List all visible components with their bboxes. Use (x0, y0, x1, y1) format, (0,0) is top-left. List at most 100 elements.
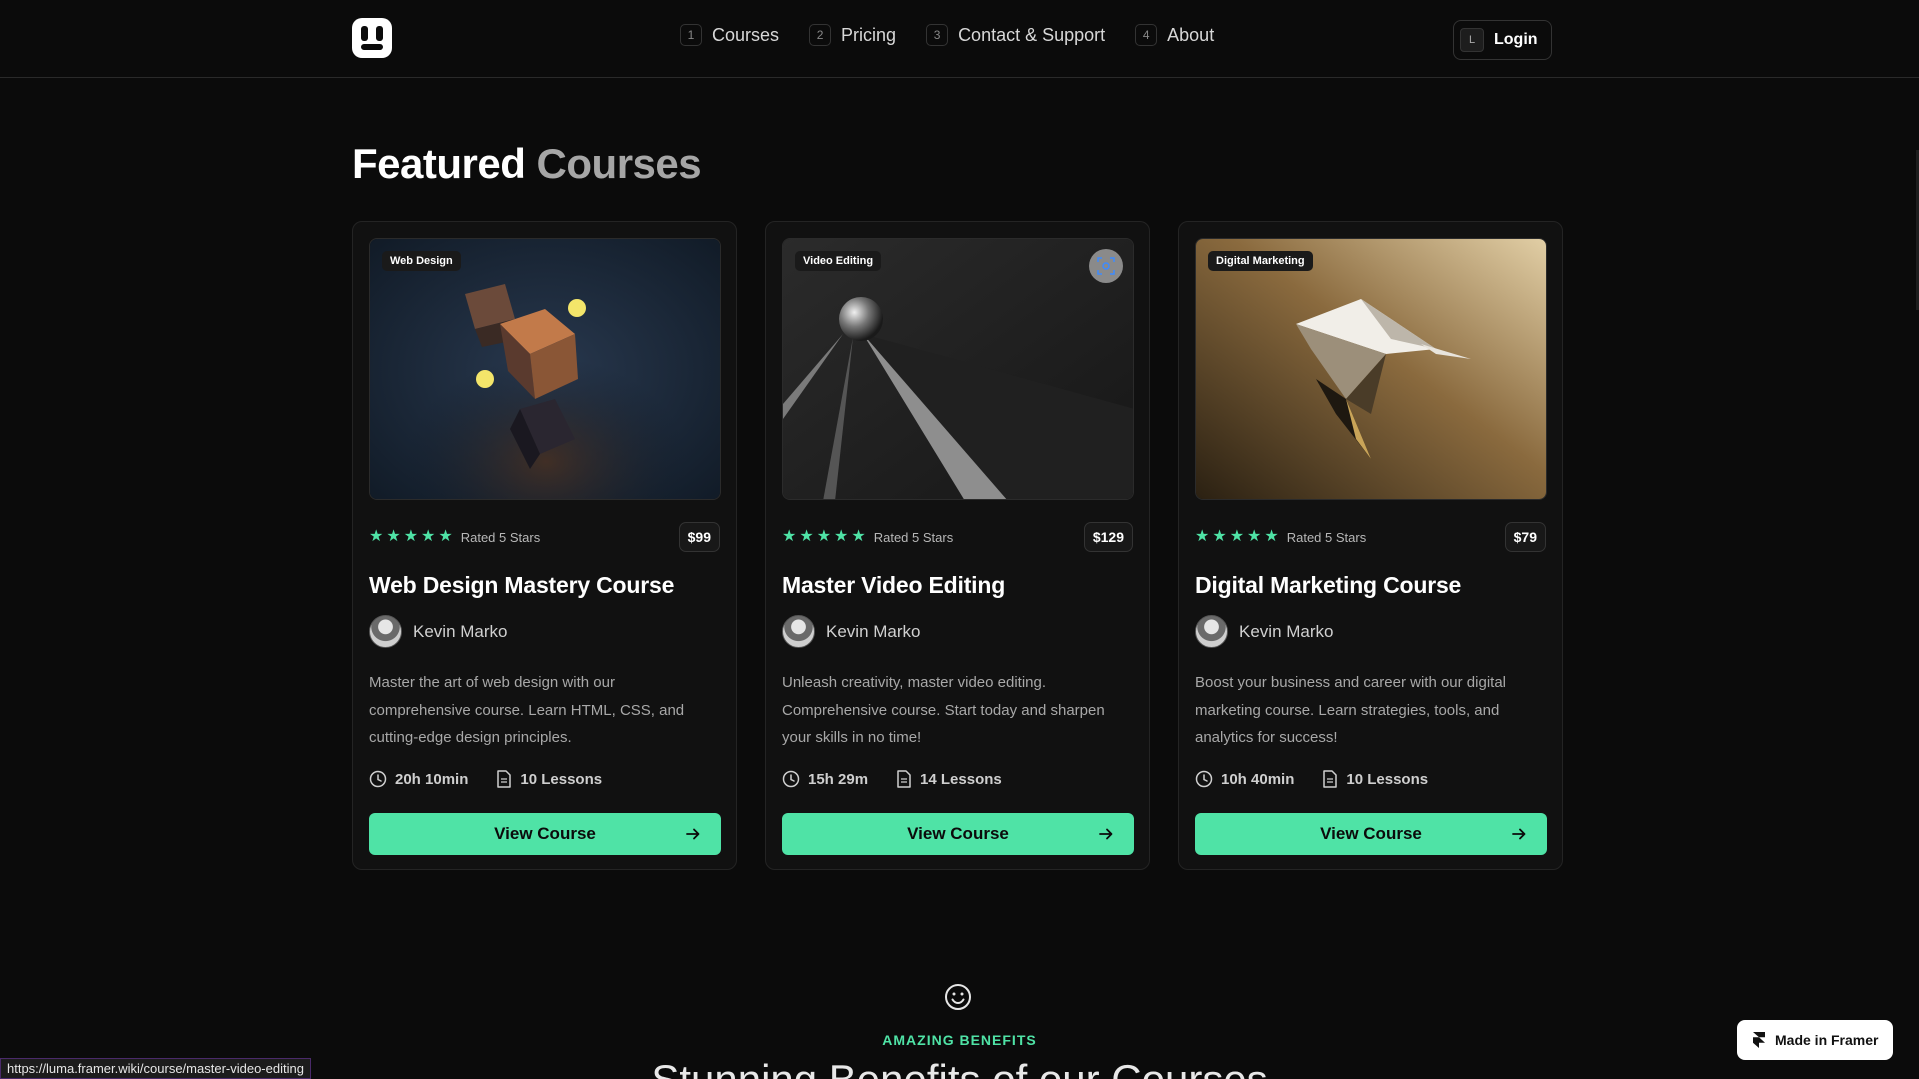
course-thumbnail-art (783, 239, 1133, 499)
focus-icon[interactable] (1089, 249, 1123, 283)
course-thumbnail-art (1196, 239, 1546, 499)
view-course-button[interactable]: View Course (1195, 813, 1547, 855)
course-thumbnail[interactable]: Digital Marketing (1195, 238, 1547, 500)
top-nav: 1 Courses 2 Pricing 3 Contact & Support … (0, 0, 1919, 78)
nav-link-courses[interactable]: 1 Courses (680, 24, 779, 46)
course-thumbnail[interactable]: Web Design (369, 238, 721, 500)
rating: ★ ★ ★ ★ ★ Rated 5 Stars (1195, 529, 1366, 545)
smile-icon (945, 984, 971, 1010)
star-icon: ★ (1212, 528, 1227, 545)
view-course-button[interactable]: View Course (782, 813, 1134, 855)
document-icon (1323, 770, 1338, 788)
view-course-label: View Course (907, 824, 1009, 843)
price-badge: $99 (678, 522, 720, 552)
avatar (1195, 615, 1228, 648)
author-name: Kevin Marko (413, 621, 508, 641)
course-description: Master the art of web design with our co… (369, 674, 685, 746)
star-icon: ★ (799, 528, 814, 545)
nav-link-label: Courses (712, 24, 780, 45)
star-icon: ★ (1229, 528, 1245, 545)
lesson-count: 10 Lessons (1346, 770, 1429, 788)
clock-icon (782, 770, 800, 788)
category-tag: Video Editing (795, 251, 882, 271)
course-duration: 20h 10min (395, 770, 469, 788)
login-button[interactable]: L Login (1453, 20, 1552, 60)
brand-logo[interactable] (352, 18, 392, 58)
course-title[interactable]: Web Design Mastery Course (369, 572, 674, 599)
star-icon: ★ (369, 528, 384, 545)
nav-link-about[interactable]: 4 About (1135, 24, 1214, 46)
course-meta: 20h 10min 10 Lessons (369, 770, 602, 788)
course-description: Unleash creativity, master video editing… (782, 674, 1105, 746)
view-course-button[interactable]: View Course (369, 813, 721, 855)
clock-icon (1195, 770, 1213, 788)
author: Kevin Marko (1195, 615, 1333, 648)
course-meta: 15h 29m 14 Lessons (782, 770, 1002, 788)
star-icon: ★ (403, 528, 419, 545)
course-title[interactable]: Master Video Editing (782, 572, 1005, 599)
course-description: Boost your business and career with our … (1195, 674, 1507, 746)
star-icon: ★ (782, 528, 797, 545)
rating-text: Rated 5 Stars (1286, 529, 1367, 545)
rating: ★ ★ ★ ★ ★ Rated 5 Stars (782, 529, 953, 545)
star-icon: ★ (421, 528, 436, 545)
view-course-label: View Course (1320, 824, 1422, 843)
arrow-right-icon (686, 828, 700, 840)
framer-badge-label: Made in Framer (1775, 1032, 1879, 1048)
course-card-video-editing[interactable]: Video Editing ★ ★ ★ ★ ★ Rated 5 Stars $1… (765, 221, 1150, 870)
clock-icon (369, 770, 387, 788)
title-muted: Courses (536, 140, 702, 187)
arrow-right-icon (1512, 828, 1526, 840)
star-icon: ★ (834, 528, 849, 545)
nav-link-pricing[interactable]: 2 Pricing (809, 24, 896, 46)
page-title: Featured Courses (352, 140, 702, 188)
framer-logo-icon (1753, 1032, 1765, 1048)
author: Kevin Marko (782, 615, 920, 648)
category-tag: Digital Marketing (1208, 251, 1313, 271)
course-card-web-design[interactable]: Web Design ★ ★ ★ ★ ★ Rated 5 Stars $99 W… (352, 221, 737, 870)
star-icon: ★ (438, 528, 453, 545)
course-thumbnail[interactable]: Video Editing (782, 238, 1134, 500)
nav-link-label: Pricing (841, 24, 897, 45)
star-icon: ★ (1247, 528, 1262, 545)
star-icon: ★ (851, 528, 866, 545)
star-icon: ★ (816, 528, 832, 545)
title-bold: Featured (352, 140, 526, 187)
category-tag: Web Design (382, 251, 461, 271)
login-label: Login (1494, 31, 1538, 48)
nav-shortcut-badge: 1 (680, 24, 702, 46)
document-icon (497, 770, 512, 788)
benefits-eyebrow: AMAZING BENEFITS (882, 1032, 1037, 1048)
avatar (369, 615, 402, 648)
nav-link-label: About (1167, 24, 1215, 45)
author-name: Kevin Marko (826, 621, 921, 641)
price-badge: $79 (1504, 522, 1546, 552)
nav-links: 1 Courses 2 Pricing 3 Contact & Support … (680, 24, 1214, 46)
lesson-count: 10 Lessons (520, 770, 603, 788)
course-duration: 15h 29m (808, 770, 869, 788)
status-bar-url: https://luma.framer.wiki/course/master-v… (0, 1058, 311, 1079)
avatar (782, 615, 815, 648)
nav-shortcut-badge: 2 (809, 24, 832, 46)
rating: ★ ★ ★ ★ ★ Rated 5 Stars (369, 529, 540, 545)
course-duration: 10h 40min (1221, 770, 1295, 788)
rating-text: Rated 5 Stars (460, 529, 541, 545)
course-thumbnail-art (370, 239, 720, 499)
star-icon: ★ (386, 528, 401, 545)
document-icon (897, 770, 911, 788)
star-icon: ★ (1195, 528, 1210, 545)
nav-link-label: Contact & Support (958, 24, 1106, 45)
course-card-digital-marketing[interactable]: Digital Marketing ★ ★ ★ ★ ★ Rated 5 Star… (1178, 221, 1563, 870)
made-in-framer-badge[interactable]: Made in Framer (1737, 1020, 1893, 1060)
login-shortcut-badge: L (1460, 28, 1484, 52)
price-badge: $129 (1083, 522, 1133, 552)
author-name: Kevin Marko (1239, 621, 1334, 641)
rating-text: Rated 5 Stars (873, 529, 954, 545)
course-title[interactable]: Digital Marketing Course (1195, 572, 1461, 599)
lesson-count: 14 Lessons (920, 770, 1002, 788)
view-course-label: View Course (494, 824, 596, 843)
arrow-right-icon (1099, 828, 1113, 840)
nav-shortcut-badge: 4 (1135, 24, 1158, 46)
nav-link-contact-support[interactable]: 3 Contact & Support (926, 24, 1105, 46)
star-icon: ★ (1264, 528, 1279, 545)
